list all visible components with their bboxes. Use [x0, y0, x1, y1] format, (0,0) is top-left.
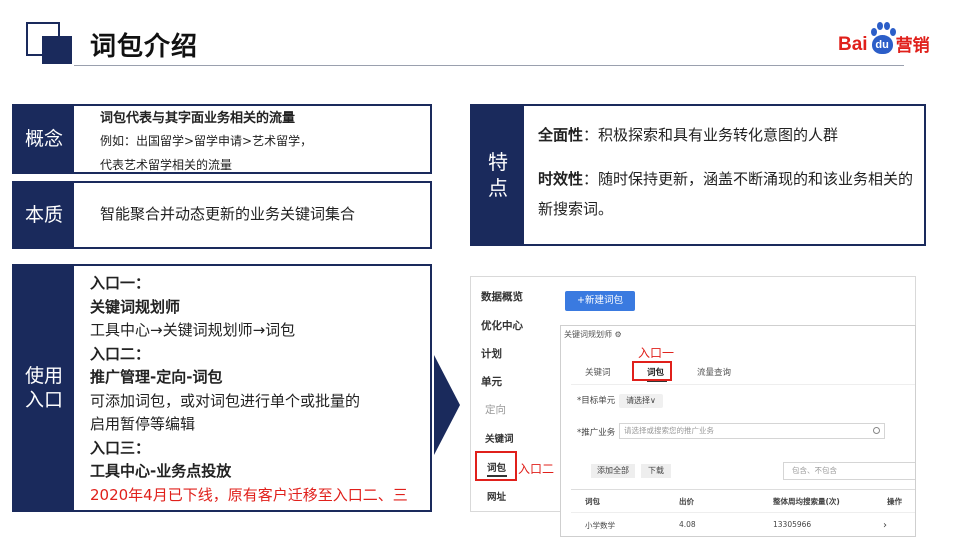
- essence-text: 智能聚合并动态更新的业务关键词集合: [100, 205, 356, 223]
- chevron-right-icon[interactable]: ›: [883, 520, 887, 531]
- features-body: 全面性：积极探索和具有业务转化意图的人群 时效性：随时保持更新，涵盖不断涌现的和…: [524, 106, 924, 244]
- target-unit-label: *目标单元: [577, 396, 616, 406]
- col-weekly-search: 整体周均搜索量(次): [773, 497, 840, 506]
- feature-1-title: 全面性: [538, 126, 584, 144]
- paw-toe: [876, 22, 883, 30]
- header-divider: [74, 65, 904, 66]
- download-button[interactable]: 下载: [641, 464, 671, 478]
- filter-input[interactable]: 包含、不包含: [783, 462, 915, 480]
- entry-label: 使用 入口: [14, 266, 74, 510]
- features-label-line-1: 特: [488, 150, 508, 174]
- cell-bid: 4.08: [679, 520, 696, 529]
- paw-toe: [883, 22, 890, 30]
- callout-entry-2: 入口二: [518, 462, 555, 476]
- callout-box-entry-2: [475, 451, 517, 481]
- nav-item-unit[interactable]: 单元: [481, 374, 502, 389]
- concept-line-3: 代表艺术留学相关的流量: [100, 158, 233, 172]
- entry-body: 入口一： 关键词规划师 工具中心→关键词规划师→词包 入口二： 推广管理-定向-…: [74, 266, 430, 510]
- planner-title: 关键词规划师 ⚙: [564, 330, 622, 339]
- keyword-planner-window: 关键词规划师 ⚙ 关键词 词包 流量查询 *目标单元 请选择∨ *推广业务 请选…: [560, 325, 916, 537]
- target-unit-select[interactable]: 请选择∨: [619, 394, 663, 408]
- paw-icon: du: [869, 22, 896, 56]
- entry-1-path: 工具中心→关键词规划师→词包: [90, 321, 296, 339]
- entry-1-name: 关键词规划师: [90, 297, 181, 316]
- entry-label-line-2: 入口: [24, 389, 63, 411]
- col-action: 操作: [887, 497, 902, 506]
- concept-body: 词包代表与其字面业务相关的流量 例如：出国留学>留学申请>艺术留学， 代表艺术留…: [74, 106, 430, 172]
- entry-1-head: 入口一：: [90, 274, 151, 292]
- header-square-filled: [42, 36, 72, 64]
- logo-text-bai: Bai: [838, 34, 868, 55]
- cell-weekly-search: 13305966: [773, 520, 812, 529]
- col-bid: 出价: [679, 497, 694, 506]
- paw-toe: [870, 28, 877, 36]
- new-word-package-button[interactable]: +新建词包: [565, 291, 635, 311]
- callout-entry-1: 入口一: [638, 346, 675, 360]
- entry-2-desc-2: 启用暂停等编辑: [90, 415, 196, 433]
- essence-box: 本质 智能聚合并动态更新的业务关键词集合: [12, 181, 432, 249]
- table-header-divider: [571, 489, 915, 490]
- feature-timeliness: 时效性：随时保持更新，涵盖不断涌现的和该业务相关的新搜索词。: [538, 164, 916, 224]
- entry-label-line-1: 使用: [24, 365, 63, 387]
- features-box: 特 点 全面性：积极探索和具有业务转化意图的人群 时效性：随时保持更新，涵盖不断…: [470, 104, 926, 246]
- entry-3-name: 工具中心-业务点投放: [90, 462, 232, 480]
- concept-label: 概念: [14, 106, 74, 172]
- gear-icon[interactable]: ⚙: [615, 330, 622, 339]
- biz-search-input[interactable]: 请选择或搜索您的推广业务: [619, 423, 885, 439]
- features-label: 特 点: [472, 106, 524, 244]
- entry-2-name: 推广管理-定向-词包: [90, 368, 223, 386]
- arrow-right-icon: [434, 355, 460, 455]
- tab-traffic-query[interactable]: 流量查询: [697, 366, 731, 378]
- tab-divider: [571, 384, 915, 385]
- essence-label: 本质: [14, 183, 74, 247]
- nav-item-plan[interactable]: 计划: [481, 346, 502, 361]
- logo-text-yingxiao: 营销: [895, 36, 930, 55]
- entry-3-head: 入口三：: [90, 438, 151, 457]
- nav-item-targeting[interactable]: 定向: [485, 402, 506, 417]
- biz-label: *推广业务: [577, 428, 616, 438]
- nav-item-url[interactable]: 网址: [487, 489, 506, 503]
- cell-word-package: 小学数学: [585, 521, 615, 530]
- concept-line-1: 词包代表与其字面业务相关的流量: [100, 111, 296, 126]
- logo-text-du: du: [871, 35, 893, 54]
- feature-1-text: ：积极探索和具有业务转化意图的人群: [583, 126, 839, 144]
- baidu-marketing-logo: Bai du 营销: [838, 20, 930, 56]
- features-label-line-2: 点: [488, 176, 508, 200]
- nav-item-data-overview[interactable]: 数据概览: [481, 289, 523, 304]
- paw-toe: [889, 28, 896, 36]
- add-all-button[interactable]: 添加全部: [591, 464, 635, 478]
- search-icon[interactable]: [873, 427, 880, 434]
- tab-keyword[interactable]: 关键词: [585, 366, 611, 378]
- callout-box-entry-1: [632, 361, 672, 381]
- nav-item-keyword[interactable]: 关键词: [485, 431, 514, 445]
- concept-box: 概念 词包代表与其字面业务相关的流量 例如：出国留学>留学申请>艺术留学， 代表…: [12, 104, 432, 174]
- col-word-package: 词包: [585, 497, 600, 506]
- page-title: 词包介绍: [90, 32, 199, 62]
- entry-box: 使用 入口 入口一： 关键词规划师 工具中心→关键词规划师→词包 入口二： 推广…: [12, 264, 432, 512]
- table-row-divider: [571, 512, 915, 513]
- nav-item-optimization[interactable]: 优化中心: [481, 318, 523, 333]
- entry-2-head: 入口二：: [90, 344, 151, 363]
- feature-comprehensive: 全面性：积极探索和具有业务转化意图的人群: [538, 120, 916, 150]
- entry-2-desc-1: 可添加词包，或对词包进行单个或批量的: [90, 391, 361, 410]
- concept-line-2: 例如：出国留学>留学申请>艺术留学，: [100, 134, 313, 148]
- feature-2-title: 时效性: [538, 170, 584, 188]
- feature-2-text: ：随时保持更新，涵盖不断涌现的和该业务相关的新搜索词。: [538, 170, 914, 218]
- entry-3-note: 2020年4月已下线，原有客户迁移至入口二、三: [90, 485, 408, 504]
